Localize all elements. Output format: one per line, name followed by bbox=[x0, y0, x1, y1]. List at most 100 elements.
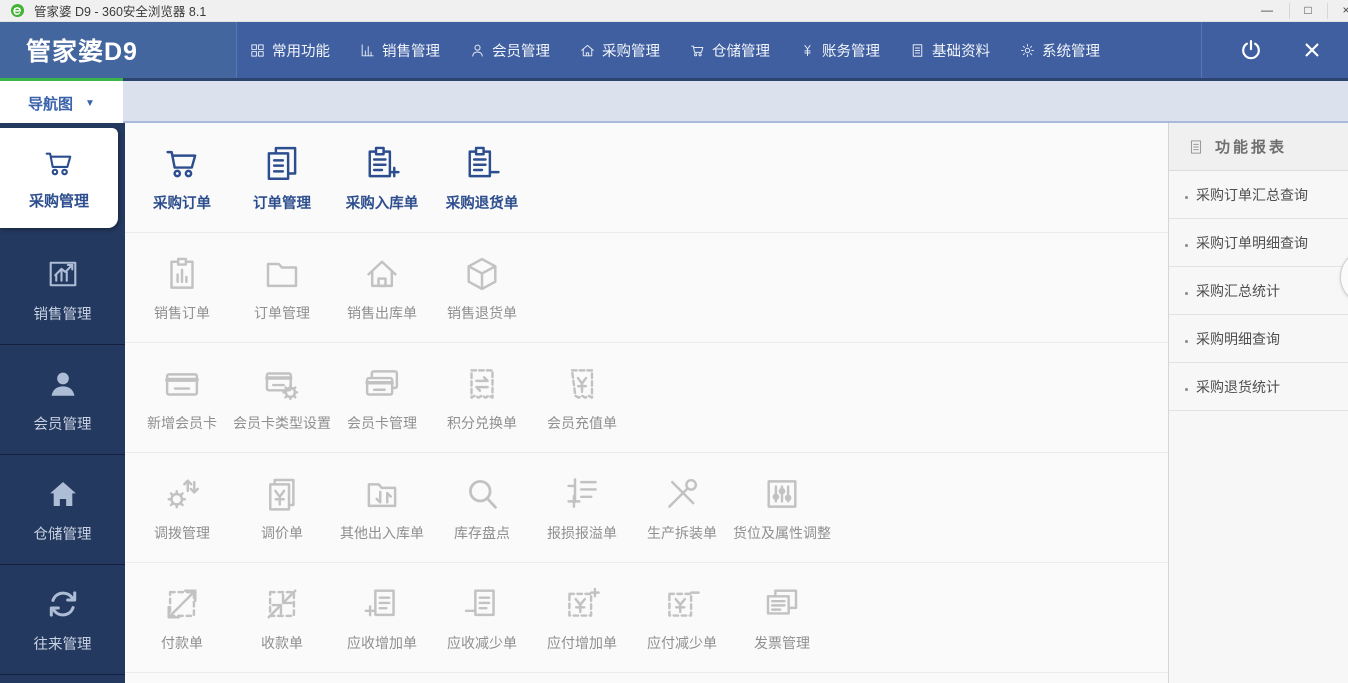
sliders-icon bbox=[761, 473, 803, 515]
grid-item-label: 积分兑换单 bbox=[447, 413, 517, 433]
report-item-purchase-return-stats[interactable]: 采购退货统计 bbox=[1169, 363, 1348, 411]
grid-item-receivable-decrease[interactable]: 应收减少单 bbox=[432, 583, 532, 653]
grid-item-label: 采购退货单 bbox=[446, 192, 519, 213]
grid-item-label: 应付减少单 bbox=[647, 633, 717, 653]
bar-chart-icon bbox=[359, 42, 376, 59]
cube-icon bbox=[461, 253, 503, 295]
power-icon[interactable] bbox=[1238, 37, 1264, 63]
menu-item-base-data[interactable]: 基础资料 bbox=[909, 40, 990, 61]
sidebar-item-purchase[interactable]: 采购管理 bbox=[0, 128, 118, 228]
grid-item-order-management[interactable]: 订单管理 bbox=[232, 142, 332, 213]
person-icon bbox=[469, 42, 486, 59]
close-icon[interactable] bbox=[1302, 40, 1322, 60]
clipboard-chart-icon bbox=[161, 253, 203, 295]
grid-item-sales-order[interactable]: 销售订单 bbox=[132, 253, 232, 323]
report-panel-title: 功能报表 bbox=[1215, 136, 1287, 157]
grid-item-sales-outbound[interactable]: 销售出库单 bbox=[332, 253, 432, 323]
grid-item-production-assembly[interactable]: 生产拆装单 bbox=[632, 473, 732, 543]
gear-arrows-icon bbox=[161, 473, 203, 515]
folder-icon bbox=[261, 253, 303, 295]
menu-item-system[interactable]: 系统管理 bbox=[1019, 40, 1100, 61]
tab-navigation-map[interactable]: 导航图 ▼ bbox=[0, 78, 123, 125]
row-sales: 销售订单 订单管理 销售出库单 销售退货单 bbox=[125, 233, 1168, 343]
app-logo-text: 管家婆D9 bbox=[26, 32, 138, 68]
sidebar-item-label: 采购管理 bbox=[29, 190, 89, 211]
doc-plus-icon bbox=[361, 583, 403, 625]
browser-360-icon bbox=[10, 3, 25, 18]
grid-item-price-adjustment[interactable]: 调价单 bbox=[232, 473, 332, 543]
yen-box-minus-icon bbox=[661, 583, 703, 625]
page-body: 采购管理 销售管理 会员管理 仓储管理 往来管理 bbox=[0, 123, 1348, 683]
app-header: 管家婆D9 常用功能 销售管理 会员管理 采购管理 仓储管理 bbox=[0, 22, 1348, 78]
row-contacts: 付款单 收款单 应收增加单 应收减少单 应付增加单 bbox=[125, 563, 1168, 673]
menu-item-label: 常用功能 bbox=[272, 40, 330, 61]
grid-item-label: 销售订单 bbox=[154, 303, 210, 323]
grid-item-purchase-order[interactable]: 采购订单 bbox=[132, 142, 232, 213]
report-adjust-icon bbox=[561, 473, 603, 515]
sidebar-item-contacts[interactable]: 往来管理 bbox=[0, 565, 125, 675]
maximize-button[interactable]: □ bbox=[1290, 0, 1326, 22]
grid-item-label: 调拨管理 bbox=[154, 523, 210, 543]
cart-icon bbox=[689, 42, 706, 59]
grid-item-invoice-management[interactable]: 发票管理 bbox=[732, 583, 832, 653]
grid-item-label: 付款单 bbox=[161, 633, 203, 653]
grid-item-label: 其他出入库单 bbox=[340, 523, 424, 543]
grid-item-loss-overflow[interactable]: 报损报溢单 bbox=[532, 473, 632, 543]
grid-item-member-card-management[interactable]: 会员卡管理 bbox=[332, 363, 432, 433]
sidebar-item-members[interactable]: 会员管理 bbox=[0, 345, 125, 455]
grid-item-label: 会员卡类型设置 bbox=[233, 413, 331, 433]
row-members: 新增会员卡 会员卡类型设置 会员卡管理 积分兑换单 会员充值单 bbox=[125, 343, 1168, 453]
report-item-purchase-order-summary[interactable]: 采购订单汇总查询 bbox=[1169, 171, 1348, 219]
sidebar-item-sales[interactable]: 销售管理 bbox=[0, 235, 125, 345]
tab-strip: 导航图 ▼ bbox=[0, 78, 1348, 123]
bullet-dot-icon bbox=[1185, 292, 1188, 295]
grid-item-purchase-inbound[interactable]: 采购入库单 bbox=[332, 142, 432, 213]
grid-item-points-exchange[interactable]: 积分兑换单 bbox=[432, 363, 532, 433]
document-icon bbox=[909, 42, 926, 59]
menu-item-accounting[interactable]: 账务管理 bbox=[799, 40, 880, 61]
bullet-dot-icon bbox=[1185, 388, 1188, 391]
report-item-purchase-order-detail[interactable]: 采购订单明细查询 bbox=[1169, 219, 1348, 267]
grid-item-purchase-return[interactable]: 采购退货单 bbox=[432, 142, 532, 213]
report-item-purchase-summary[interactable]: 采购汇总统计 bbox=[1169, 267, 1348, 315]
grid-item-member-recharge[interactable]: 会员充值单 bbox=[532, 363, 632, 433]
grid-item-payable-increase[interactable]: 应付增加单 bbox=[532, 583, 632, 653]
chart-frame-icon bbox=[45, 256, 81, 292]
menu-item-purchase[interactable]: 采购管理 bbox=[579, 40, 660, 61]
menu-item-common-functions[interactable]: 常用功能 bbox=[249, 40, 330, 61]
card-gear-icon bbox=[261, 363, 303, 405]
chevron-down-icon[interactable]: ▼ bbox=[85, 98, 95, 109]
grid-item-order-management-sales[interactable]: 订单管理 bbox=[232, 253, 332, 323]
grid-item-transfer-management[interactable]: 调拨管理 bbox=[132, 473, 232, 543]
minimize-button[interactable]: — bbox=[1249, 0, 1285, 22]
menu-item-members[interactable]: 会员管理 bbox=[469, 40, 550, 61]
app-logo: 管家婆D9 bbox=[0, 22, 237, 78]
grid-item-label: 会员卡管理 bbox=[347, 413, 417, 433]
close-button[interactable]: × bbox=[1328, 0, 1348, 22]
grid-item-member-card-type-settings[interactable]: 会员卡类型设置 bbox=[232, 363, 332, 433]
sidebar-item-warehouse[interactable]: 仓储管理 bbox=[0, 455, 125, 565]
grid-item-payment[interactable]: 付款单 bbox=[132, 583, 232, 653]
menu-item-label: 系统管理 bbox=[1042, 40, 1100, 61]
module-sidebar: 采购管理 销售管理 会员管理 仓储管理 往来管理 bbox=[0, 123, 125, 683]
grid-item-label: 应收减少单 bbox=[447, 633, 517, 653]
sidebar-item-purchase-wrap: 采购管理 bbox=[0, 123, 125, 235]
home-icon bbox=[45, 476, 81, 512]
grid-item-sales-return[interactable]: 销售退货单 bbox=[432, 253, 532, 323]
grid-item-payable-decrease[interactable]: 应付减少单 bbox=[632, 583, 732, 653]
report-item-label: 采购明细查询 bbox=[1196, 329, 1280, 349]
grid-item-new-member-card[interactable]: 新增会员卡 bbox=[132, 363, 232, 433]
grid-item-receivable-increase[interactable]: 应收增加单 bbox=[332, 583, 432, 653]
expand-arrows-icon bbox=[161, 583, 203, 625]
grid-item-other-inout[interactable]: 其他出入库单 bbox=[332, 473, 432, 543]
grid-item-location-attribute-adjust[interactable]: 货位及属性调整 bbox=[732, 473, 832, 543]
report-item-purchase-detail[interactable]: 采购明细查询 bbox=[1169, 315, 1348, 363]
collapse-arrows-icon bbox=[261, 583, 303, 625]
grid-item-label: 调价单 bbox=[261, 523, 303, 543]
app-window: 管家婆 D9 - 360安全浏览器 8.1 — □ × 管家婆D9 常用功能 销… bbox=[0, 0, 1348, 683]
row-purchase: 采购订单 订单管理 采购入库单 采购退货单 bbox=[125, 123, 1168, 233]
grid-item-receipt[interactable]: 收款单 bbox=[232, 583, 332, 653]
menu-item-sales[interactable]: 销售管理 bbox=[359, 40, 440, 61]
menu-item-warehouse[interactable]: 仓储管理 bbox=[689, 40, 770, 61]
grid-item-stocktaking[interactable]: 库存盘点 bbox=[432, 473, 532, 543]
